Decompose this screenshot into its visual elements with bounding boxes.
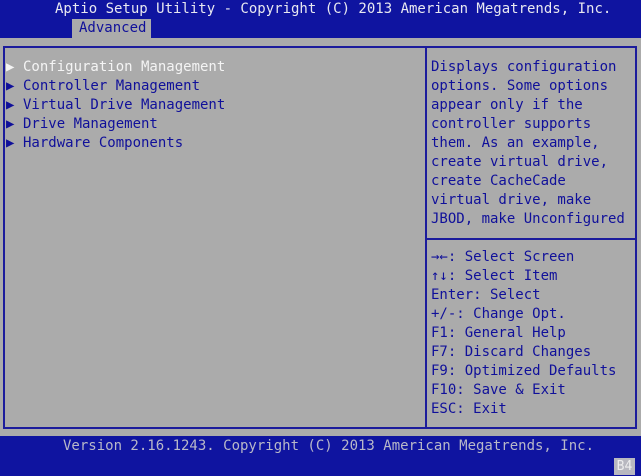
tab-advanced[interactable]: Advanced <box>72 19 151 38</box>
key-legend: →←: Select Screen ↑↓: Select Item Enter:… <box>431 248 633 419</box>
menu-item-label: Hardware Components <box>23 135 184 151</box>
key-hint: →←: Select Screen <box>431 249 575 265</box>
triangle-right-icon: ▶ <box>6 135 15 151</box>
menu-item-drive-management[interactable]: ▶ Drive Management <box>6 115 225 134</box>
menu-item-hardware-components[interactable]: ▶ Hardware Components <box>6 134 225 153</box>
menu-item-label: Controller Management <box>23 78 201 94</box>
help-line: JBOD, make Unconfigured <box>431 211 625 227</box>
version-text: Version 2.16.1243. Copyright (C) 2013 Am… <box>63 438 595 454</box>
title-bar: Aptio Setup Utility - Copyright (C) 2013… <box>0 0 641 38</box>
menu-item-virtual-drive-management[interactable]: ▶ Virtual Drive Management <box>6 96 225 115</box>
menu-list: ▶ Configuration Management ▶ Controller Ma… <box>6 58 225 153</box>
key-hint: Enter: Select <box>431 287 541 303</box>
post-code: B4 <box>614 458 635 475</box>
help-line: create CacheCade <box>431 173 566 189</box>
menu-item-label: Drive Management <box>23 116 158 132</box>
key-hint: F7: Discard Changes <box>431 344 592 360</box>
key-hint: +/-: Change Opt. <box>431 306 566 322</box>
divider <box>427 238 637 240</box>
divider <box>425 46 427 429</box>
triangle-right-icon: ▶ <box>6 97 15 113</box>
triangle-right-icon: ▶ <box>6 116 15 132</box>
key-hint: F10: Save & Exit <box>431 382 566 398</box>
help-line: controller supports <box>431 116 592 132</box>
help-text: Displays configuration options. Some opt… <box>431 58 633 229</box>
key-hint: ↑↓: Select Item <box>431 268 558 284</box>
help-line: options. Some options <box>431 78 609 94</box>
help-line: Displays configuration <box>431 59 617 75</box>
key-hint: F9: Optimized Defaults <box>431 363 617 379</box>
menu-item-label: Virtual Drive Management <box>23 97 226 113</box>
help-line: appear only if the <box>431 97 583 113</box>
key-hint: F1: General Help <box>431 325 566 341</box>
menu-item-label: Configuration Management <box>23 59 226 75</box>
help-line: create virtual drive, <box>431 154 609 170</box>
footer-bar: Version 2.16.1243. Copyright (C) 2013 Am… <box>0 436 641 476</box>
triangle-right-icon: ▶ <box>6 59 15 75</box>
help-line: virtual drive, make <box>431 192 592 208</box>
title-text: Aptio Setup Utility - Copyright (C) 2013… <box>55 1 612 17</box>
key-hint: ESC: Exit <box>431 401 507 417</box>
menu-item-configuration-management[interactable]: ▶ Configuration Management <box>6 58 225 77</box>
triangle-right-icon: ▶ <box>6 78 15 94</box>
help-line: them. As an example, <box>431 135 600 151</box>
menu-item-controller-management[interactable]: ▶ Controller Management <box>6 77 225 96</box>
